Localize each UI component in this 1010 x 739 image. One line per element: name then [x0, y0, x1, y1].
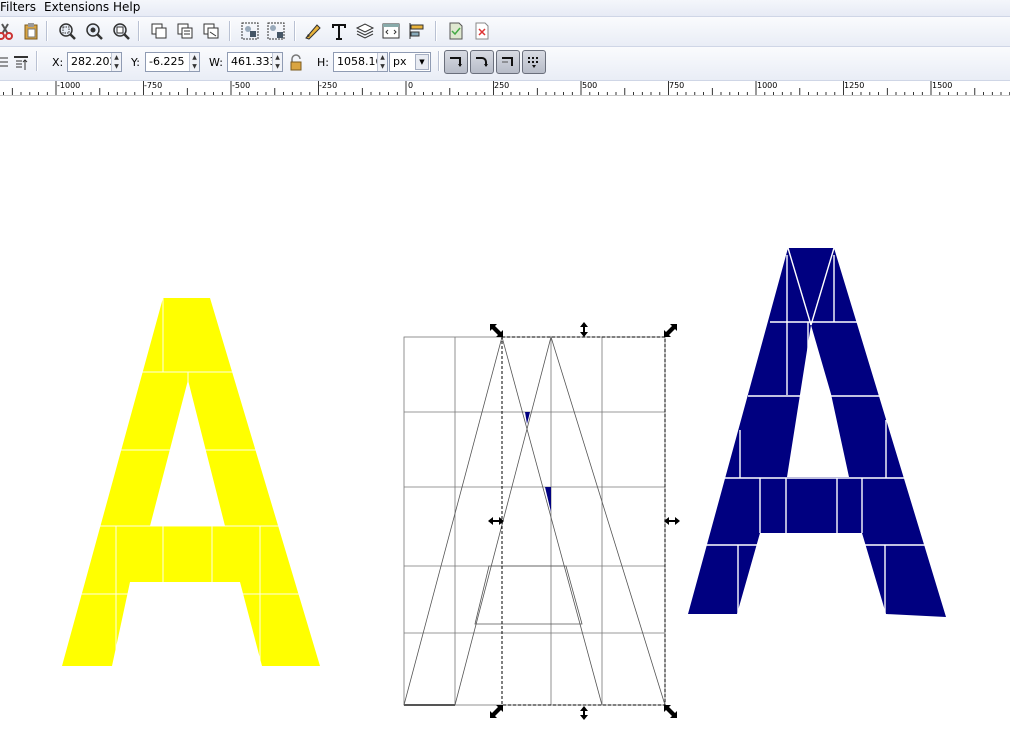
x-spinner[interactable]: ▲ ▼ [111, 53, 121, 71]
transform-gradients-toggle[interactable] [496, 50, 520, 74]
y-field[interactable]: -6.225 ▲ ▼ [145, 52, 200, 72]
resize-handle-bottom[interactable] [580, 706, 588, 720]
ruler-label: -750 [144, 81, 163, 90]
chevron-down-icon[interactable]: ▼ [415, 54, 429, 70]
yellow-letter-a[interactable] [62, 298, 320, 666]
resize-handle-right[interactable] [664, 517, 680, 525]
menu-extensions[interactable]: Extensions [44, 0, 109, 15]
duplicate-icon[interactable] [148, 20, 170, 42]
commands-toolbar [0, 17, 1010, 47]
text-icon[interactable] [328, 20, 350, 42]
outline-letter-a-grid[interactable] [403, 335, 666, 706]
ruler-label: -1000 [57, 81, 81, 90]
tool-controls-bar: X: 282.202 ▲ ▼ Y: -6.225 ▲ ▼ W: 461.333 ▲ ▼… [0, 47, 1010, 81]
unit-value: px [393, 55, 407, 68]
ruler-label: 1500 [932, 81, 953, 90]
ruler-label: 0 [408, 81, 414, 90]
scale-stroke-toggle[interactable] [444, 50, 468, 74]
paste-icon[interactable] [20, 20, 42, 42]
menu-filters[interactable]: Filters [0, 0, 36, 15]
resize-handle-top[interactable] [580, 322, 588, 337]
h-spinner[interactable]: ▲ ▼ [377, 53, 387, 71]
y-spinner[interactable]: ▲ ▼ [189, 53, 199, 71]
ruler-label: -250 [319, 81, 338, 90]
scale-corners-toggle[interactable] [470, 50, 494, 74]
cut-icon[interactable] [0, 20, 16, 42]
w-value: 461.333 [231, 55, 277, 68]
x-value: 282.202 [71, 55, 117, 68]
layers-icon[interactable] [354, 20, 376, 42]
x-label: X: [52, 56, 64, 69]
zoom-page-icon[interactable] [110, 20, 132, 42]
horizontal-ruler: -1000 -750 -500 -250 0 250 500 750 1000 … [0, 81, 1010, 96]
ruler-label: 500 [582, 81, 598, 90]
zoom-selection-icon[interactable] [56, 20, 78, 42]
document-properties-icon[interactable] [445, 20, 467, 42]
ungroup-icon[interactable] [265, 20, 287, 42]
ruler-label: 1000 [757, 81, 778, 90]
h-value: 1058.16 [337, 55, 383, 68]
w-field[interactable]: 461.333 ▲ ▼ [227, 52, 283, 72]
transform-patterns-toggle[interactable] [522, 50, 546, 74]
y-label: Y: [131, 56, 140, 69]
align-icon[interactable] [406, 20, 428, 42]
resize-handle-bottom-right[interactable] [664, 705, 677, 718]
navy-letter-a[interactable] [688, 247, 946, 617]
ruler-label: 1250 [844, 81, 865, 90]
y-value: -6.225 [149, 55, 185, 68]
drawing-canvas[interactable] [0, 96, 1010, 739]
raise-to-top-icon[interactable] [10, 52, 32, 74]
ruler-label: 250 [494, 81, 510, 90]
resize-handle-top-right[interactable] [664, 324, 677, 337]
w-spinner[interactable]: ▲ ▼ [272, 53, 282, 71]
w-label: W: [209, 56, 223, 69]
unlink-clone-icon[interactable] [200, 20, 222, 42]
h-field[interactable]: 1058.16 ▲ ▼ [333, 52, 388, 72]
h-label: H: [317, 56, 329, 69]
ruler-label: -500 [232, 81, 251, 90]
unit-select[interactable]: px ▼ [389, 52, 431, 72]
ruler-label: 750 [669, 81, 685, 90]
menu-bar: Filters Extensions Help [0, 0, 1010, 17]
fill-stroke-icon[interactable] [302, 20, 324, 42]
menu-help[interactable]: Help [113, 0, 140, 15]
xml-editor-icon[interactable] [380, 20, 402, 42]
x-field[interactable]: 282.202 ▲ ▼ [67, 52, 122, 72]
clone-icon[interactable] [174, 20, 196, 42]
preferences-icon[interactable] [471, 20, 493, 42]
zoom-drawing-icon[interactable] [83, 20, 105, 42]
resize-handle-top-left[interactable] [490, 324, 503, 337]
resize-handle-bottom-left[interactable] [490, 705, 503, 718]
group-icon[interactable] [239, 20, 261, 42]
lock-icon[interactable] [285, 52, 307, 74]
